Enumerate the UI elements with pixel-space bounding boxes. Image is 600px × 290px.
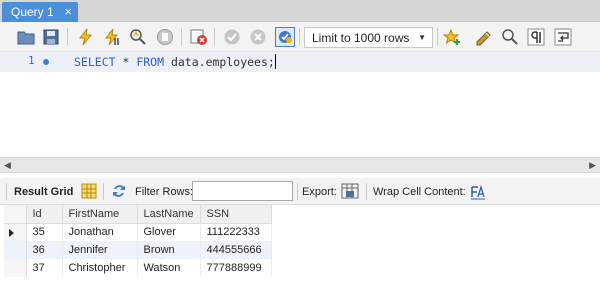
sql-keyword: FROM [136,55,165,69]
refresh-icon[interactable] [110,182,128,200]
cell-ssn[interactable]: 444555666 [200,241,272,259]
sql-text: data.employees; [164,55,275,69]
column-header-id[interactable]: Id [26,205,63,224]
close-icon[interactable]: × [64,4,72,19]
tab-bar: Query 1 × [0,0,600,22]
text-caret [274,54,276,69]
line-number: 1 [28,54,35,67]
result-toolbar: Result Grid Filter Rows: Export: Wrap Ce… [0,178,600,205]
cell-firstname[interactable]: Jennifer [62,241,138,259]
open-folder-icon[interactable] [16,27,36,47]
autocommit-icon[interactable] [275,27,295,47]
toolbar-separator [214,28,215,46]
limit-rows-select[interactable]: Limit to 1000 rows ▼ [304,27,433,48]
table-row[interactable]: 36 Jennifer Brown 444555666 [4,241,272,259]
execute-icon[interactable] [76,27,96,47]
stop-icon[interactable] [155,27,175,47]
table-row[interactable]: 35 Jonathan Glover 111222333 [4,223,272,241]
limit-rows-value: Limit to 1000 rows [312,31,410,45]
cell-lastname[interactable]: Glover [137,223,201,241]
cell-id[interactable]: 36 [26,241,63,259]
result-grid: Id FirstName LastName SSN 35 Jonathan Gl… [4,205,272,277]
export-icon[interactable] [341,182,359,200]
table-row[interactable]: 37 Christopher Watson 777888999 [4,259,272,277]
column-header-ssn[interactable]: SSN [200,205,272,224]
bookmark-star-icon[interactable] [442,27,462,47]
sql-text: * [115,55,137,69]
grid-view-icon[interactable] [80,182,98,200]
cell-id[interactable]: 35 [26,223,63,241]
wrap-cell-content-label: Wrap Cell Content: [373,186,466,198]
row-header-corner [4,205,27,224]
filter-rows-input[interactable] [192,181,293,201]
toolbar-separator [299,28,300,46]
commit-icon[interactable] [222,27,242,47]
rollback-icon[interactable] [248,27,268,47]
grid-header-row: Id FirstName LastName SSN [4,205,272,224]
column-header-lastname[interactable]: LastName [137,205,201,224]
toolbar-separator [181,28,182,46]
cell-lastname[interactable]: Watson [137,259,201,277]
find-icon[interactable] [500,27,520,47]
explain-icon[interactable] [128,27,148,47]
invisible-chars-icon[interactable] [526,27,546,47]
save-icon[interactable] [41,27,61,47]
cell-firstname[interactable]: Christopher [62,259,138,277]
current-row-pointer-icon [9,228,14,237]
wrap-icon[interactable] [553,27,573,47]
scroll-right-icon[interactable]: ▶ [589,160,596,171]
toolbar-separator [437,28,438,46]
statement-marker-icon [43,59,49,65]
row-selector[interactable] [4,241,27,259]
sql-editor[interactable]: 1 SELECT * FROM data.employees; [0,52,600,72]
row-selector[interactable] [4,223,27,241]
editor-horizontal-scrollbar[interactable]: ◀ ▶ [0,157,600,173]
result-grid-label[interactable]: Result Grid [14,186,73,198]
query-toolbar: Limit to 1000 rows ▼ [0,22,600,52]
tab-query-1[interactable]: Query 1 × [2,2,78,22]
cell-id[interactable]: 37 [26,259,63,277]
export-label: Export: [302,186,337,198]
chevron-down-icon: ▼ [418,33,426,42]
tab-title: Query 1 [11,5,54,19]
cell-lastname[interactable]: Brown [137,241,201,259]
filter-rows-label: Filter Rows: [135,186,194,198]
toolbar-separator [6,183,7,200]
toolbar-separator [366,183,367,200]
toolbar-separator [67,28,68,46]
toggle-error-icon[interactable] [189,27,209,47]
sql-keyword: SELECT [74,55,116,69]
toolbar-separator [297,183,298,200]
cell-ssn[interactable]: 111222333 [200,223,272,241]
beautify-icon[interactable] [474,27,494,47]
execute-current-icon[interactable] [102,27,122,47]
wrap-text-icon[interactable] [468,182,486,200]
sql-statement[interactable]: SELECT * FROM data.employees; [74,54,276,69]
cell-firstname[interactable]: Jonathan [62,223,138,241]
toolbar-separator [103,183,104,200]
cell-ssn[interactable]: 777888999 [200,259,272,277]
column-header-firstname[interactable]: FirstName [62,205,138,224]
row-selector[interactable] [4,259,27,277]
scroll-left-icon[interactable]: ◀ [4,160,11,171]
